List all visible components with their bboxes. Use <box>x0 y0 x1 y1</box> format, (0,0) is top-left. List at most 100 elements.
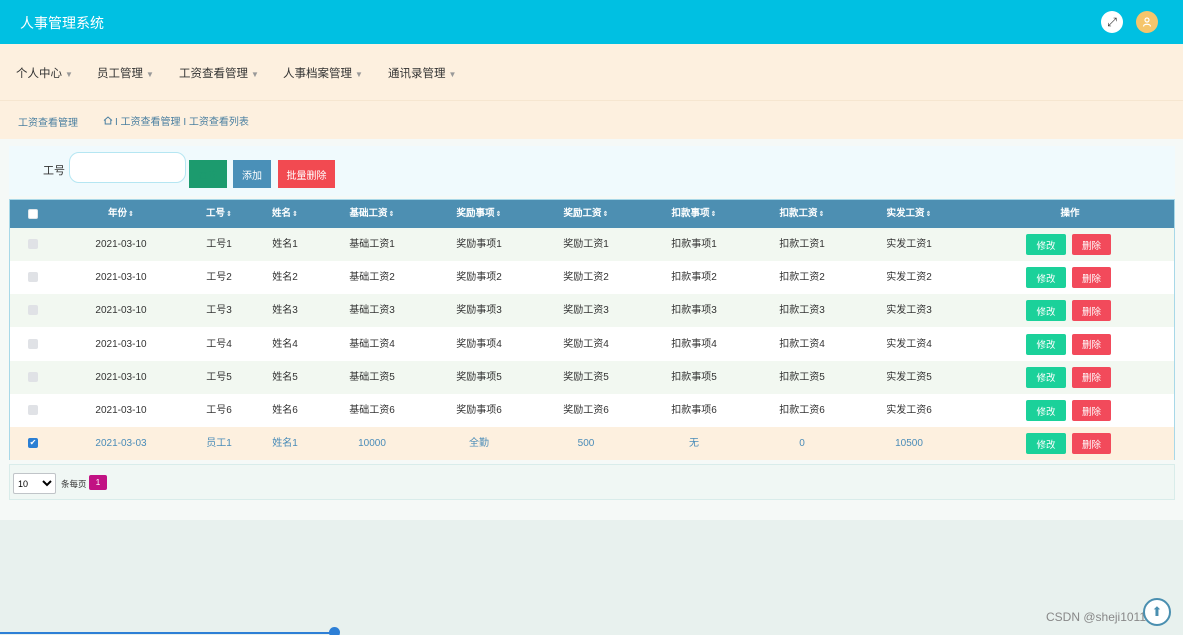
column-header-actions: 操作 <box>1060 208 1080 219</box>
cell-year: 2021-03-10 <box>95 371 147 383</box>
delete-button[interactable]: 删除 <box>1072 333 1111 355</box>
edit-button[interactable]: 修改 <box>1026 333 1066 355</box>
row-checkbox[interactable] <box>28 405 38 415</box>
cell-deduction-item: 扣款事项4 <box>671 338 717 350</box>
chevron-down-icon: ▼ <box>355 70 363 79</box>
sort-icon: ⇕ <box>602 211 609 218</box>
page-progress-bar <box>0 632 334 634</box>
delete-button[interactable]: 删除 <box>1072 267 1111 289</box>
query-button[interactable]: 查询 <box>189 160 227 188</box>
cell-deduction-salary: 扣款工资4 <box>779 338 825 350</box>
chevron-down-icon: ▼ <box>251 70 259 79</box>
edit-button[interactable]: 修改 <box>1026 267 1066 289</box>
delete-button[interactable]: 删除 <box>1072 366 1111 388</box>
cell-emp-id: 工号6 <box>206 405 232 416</box>
cell-bonus-item: 奖励事项1 <box>456 239 502 250</box>
cell-bonus-item: 奖励事项6 <box>456 405 502 416</box>
chevron-down-icon: ▼ <box>146 70 154 79</box>
sort-icon: ⇕ <box>388 211 395 218</box>
cell-name: 姓名3 <box>272 305 298 317</box>
row-checkbox[interactable] <box>28 272 38 283</box>
delete-button[interactable]: 删除 <box>1072 400 1111 421</box>
user-avatar-icon[interactable] <box>1136 11 1158 33</box>
top-bar: 人事管理系统 ⤢ <box>0 0 1183 44</box>
table-row: 2021-03-10 工号2 姓名2 基础工资2 奖励事项2 奖励工资2 扣款事项2 扣款工资… <box>10 261 1174 295</box>
column-header-base-salary[interactable]: 基础工资⇕ <box>327 200 417 228</box>
cell-bonus-item: 奖励事项2 <box>456 272 502 284</box>
cell-year: 2021-03-10 <box>95 239 147 250</box>
page-size-select[interactable]: 10 <box>13 473 56 494</box>
sort-icon: ⇕ <box>292 211 298 218</box>
column-header-net-salary[interactable]: 实发工资⇕ <box>864 200 954 228</box>
cell-net-salary: 实发工资6 <box>886 405 932 416</box>
page-progress-handle[interactable] <box>329 627 340 635</box>
row-checkbox[interactable]: ✔ <box>28 438 38 449</box>
cell-base-salary: 基础工资5 <box>349 371 395 383</box>
cell-deduction-item: 无 <box>689 438 699 450</box>
cell-base-salary: 基础工资2 <box>349 272 395 284</box>
cell-bonus-item: 奖励事项5 <box>456 371 502 383</box>
cell-base-salary: 基础工资6 <box>349 405 395 416</box>
breadcrumb-path[interactable]: I 工资查看管理 I 工资查看列表 <box>115 117 249 128</box>
cell-deduction-item: 扣款事项2 <box>671 272 717 284</box>
row-checkbox[interactable] <box>28 239 38 249</box>
cell-bonus-salary: 奖励工资1 <box>563 239 609 250</box>
column-header-deduction-salary[interactable]: 扣款工资⇕ <box>757 200 847 228</box>
row-checkbox[interactable] <box>28 305 38 316</box>
home-icon[interactable] <box>103 116 113 128</box>
cell-emp-id: 工号2 <box>206 272 232 284</box>
edit-button[interactable]: 修改 <box>1026 366 1066 388</box>
cell-deduction-salary: 扣款工资1 <box>779 239 825 250</box>
cell-net-salary: 实发工资1 <box>886 239 932 250</box>
table-row: 2021-03-10 工号6 姓名6 基础工资6 奖励事项6 奖励工资6 扣款事项6 扣款工资… <box>10 394 1174 427</box>
nav-item-hr-archive[interactable]: 人事档案管理 ▼ <box>283 65 363 81</box>
column-header-year[interactable]: 年份⇕ <box>77 200 165 228</box>
cell-bonus-item: 奖励事项3 <box>456 305 502 317</box>
cell-emp-id: 工号4 <box>206 338 232 350</box>
nav-item-employee[interactable]: 员工管理 ▼ <box>97 65 154 81</box>
select-all-checkbox[interactable] <box>28 209 38 219</box>
add-button[interactable]: 添加 <box>233 160 271 188</box>
cell-year: 2021-03-10 <box>95 305 147 317</box>
delete-button[interactable]: 删除 <box>1072 433 1111 455</box>
nav-item-contacts[interactable]: 通讯录管理 ▼ <box>388 65 456 81</box>
nav-item-salary[interactable]: 工资查看管理 ▼ <box>179 65 259 81</box>
cell-emp-id: 员工1 <box>206 438 232 450</box>
column-header-deduction-item[interactable]: 扣款事项⇕ <box>649 200 739 228</box>
cell-base-salary: 基础工资4 <box>349 338 395 350</box>
cell-base-salary: 10000 <box>358 438 386 450</box>
delete-button[interactable]: 删除 <box>1072 234 1111 255</box>
column-header-bonus-item[interactable]: 奖励事项⇕ <box>434 200 524 228</box>
user-icon <box>1142 17 1152 27</box>
cell-year: 2021-03-10 <box>95 272 147 284</box>
sort-icon: ⇕ <box>226 211 232 218</box>
row-checkbox[interactable] <box>28 371 38 382</box>
back-to-top-icon[interactable]: ⬆ <box>1143 598 1171 626</box>
cell-net-salary: 实发工资5 <box>886 371 932 383</box>
row-checkbox[interactable] <box>28 338 38 349</box>
cell-bonus-salary: 500 <box>577 438 595 450</box>
page-number-button[interactable]: 1 <box>89 475 107 490</box>
cell-deduction-item: 扣款事项3 <box>671 305 717 317</box>
edit-button[interactable]: 修改 <box>1026 400 1066 421</box>
salary-table: 年份⇕ 工号⇕ 姓名⇕ 基础工资⇕ 奖励事项⇕ 奖励工资⇕ 扣款事项⇕ 扣款工资… <box>9 199 1175 461</box>
column-header-emp-id[interactable]: 工号⇕ <box>188 200 250 228</box>
edit-button[interactable]: 修改 <box>1026 300 1066 322</box>
batch-delete-button[interactable]: 批量删除 <box>278 160 335 188</box>
table-row: 2021-03-10 工号1 姓名1 基础工资1 奖励事项1 奖励工资1 扣款事项1 扣款工资… <box>10 228 1174 261</box>
cell-deduction-salary: 扣款工资5 <box>779 371 825 383</box>
fullscreen-icon[interactable]: ⤢ <box>1101 11 1123 33</box>
sort-icon: ⇕ <box>495 211 502 218</box>
cell-net-salary: 实发工资3 <box>886 305 932 317</box>
delete-button[interactable]: 删除 <box>1072 300 1111 322</box>
edit-button[interactable]: 修改 <box>1026 433 1066 455</box>
page-title: 工资查看管理 <box>18 118 78 129</box>
nav-item-personal-center[interactable]: 个人中心 ▼ <box>16 65 73 81</box>
cell-bonus-salary: 奖励工资5 <box>563 371 609 383</box>
sort-icon: ⇕ <box>925 211 932 218</box>
column-header-bonus-salary[interactable]: 奖励工资⇕ <box>541 200 631 228</box>
edit-button[interactable]: 修改 <box>1026 234 1066 255</box>
column-header-name[interactable]: 姓名⇕ <box>254 200 316 228</box>
search-input[interactable] <box>69 152 186 183</box>
cell-deduction-salary: 扣款工资2 <box>779 272 825 284</box>
